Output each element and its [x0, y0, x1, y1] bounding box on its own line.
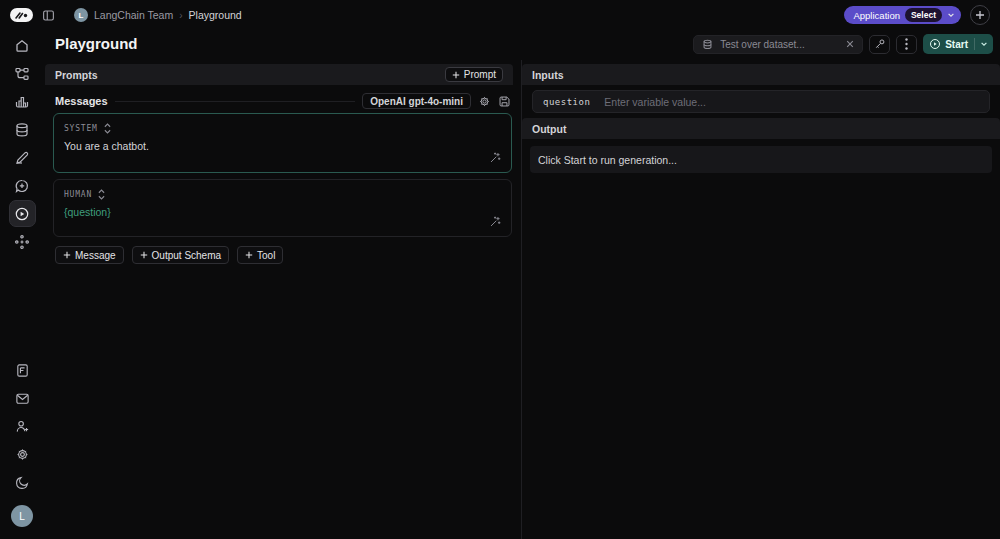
inputs-body: question Enter variable value... — [522, 85, 1000, 118]
breadcrumb-page[interactable]: Playground — [189, 9, 242, 21]
sidebar-item-settings[interactable] — [9, 441, 36, 468]
sidebar-item-annotate[interactable] — [9, 144, 36, 171]
system-message-text[interactable]: You are a chatbot. — [64, 140, 501, 152]
breadcrumb-separator: › — [179, 10, 182, 21]
output-header: Output — [522, 118, 1000, 139]
sidebar-toggle-icon[interactable] — [42, 9, 55, 22]
start-label: Start — [945, 39, 968, 50]
variable-input[interactable]: question Enter variable value... — [532, 90, 990, 113]
prompts-panel: Prompts Prompt Messages OpenAI gpt-4o-mi… — [45, 64, 513, 264]
langsmith-logo-icon[interactable] — [10, 8, 33, 22]
more-options-button[interactable] — [896, 35, 917, 54]
sidebar-item-invite-user[interactable] — [9, 413, 36, 440]
application-label: Application — [853, 10, 899, 21]
inputs-header: Inputs — [522, 64, 1000, 85]
sidebar-rail: L — [0, 30, 44, 539]
application-select-button[interactable]: Application Select — [844, 6, 961, 24]
sidebar-item-chat[interactable] — [9, 172, 36, 199]
sidebar-item-docs[interactable] — [9, 357, 36, 384]
output-placeholder: Click Start to run generation... — [538, 154, 677, 166]
test-over-dataset-input[interactable]: Test over dataset... — [693, 35, 863, 54]
messages-title: Messages — [55, 95, 108, 107]
variable-placeholder: Enter variable value... — [604, 96, 706, 108]
prompts-header: Prompts Prompt — [45, 64, 513, 85]
add-tool-button[interactable]: Tool — [237, 246, 283, 264]
sidebar-item-workflow[interactable] — [9, 60, 36, 87]
model-selector[interactable]: OpenAI gpt-4o-mini — [362, 93, 471, 109]
start-dropdown-chevron[interactable] — [975, 34, 993, 54]
user-avatar[interactable]: L — [11, 505, 33, 527]
variable-name: question — [543, 97, 590, 107]
topbar: L LangChain Team › Playground Applicatio… — [0, 0, 1000, 30]
role-selector-human[interactable]: HUMAN — [64, 190, 92, 199]
start-button[interactable]: Start — [923, 34, 993, 54]
breadcrumb-team[interactable]: LangChain Team — [94, 9, 173, 21]
sidebar-item-datasets[interactable] — [9, 116, 36, 143]
breadcrumb: L LangChain Team › Playground — [74, 8, 242, 22]
dark-mode-toggle-icon[interactable] — [9, 469, 36, 496]
clear-icon[interactable] — [846, 40, 854, 48]
page-title: Playground — [55, 35, 138, 52]
role-selector-system[interactable]: SYSTEM — [64, 124, 98, 133]
dataset-placeholder: Test over dataset... — [720, 39, 839, 50]
chevron-down-icon — [947, 11, 955, 19]
sidebar-item-playground[interactable] — [9, 200, 36, 227]
messages-header: Messages OpenAI gpt-4o-mini — [45, 91, 513, 111]
run-panel: Inputs question Enter variable value... … — [522, 64, 1000, 173]
save-icon[interactable] — [498, 95, 511, 108]
sidebar-item-monitoring[interactable] — [9, 88, 36, 115]
header-toolbar: Test over dataset... Start — [693, 34, 993, 54]
add-prompt-button[interactable]: Prompt — [445, 67, 503, 82]
add-message-button[interactable]: Message — [55, 246, 124, 264]
play-icon — [929, 38, 941, 50]
improve-prompt-wand-icon[interactable] — [489, 215, 502, 228]
sidebar-item-mail[interactable] — [9, 385, 36, 412]
team-avatar[interactable]: L — [74, 8, 88, 22]
output-title: Output — [532, 123, 566, 135]
sidebar-item-home[interactable] — [9, 32, 36, 59]
add-output-schema-button[interactable]: Output Schema — [132, 246, 229, 264]
inputs-title: Inputs — [532, 69, 564, 81]
role-updown-icon[interactable] — [104, 123, 111, 134]
message-actions: Message Output Schema Tool — [55, 246, 513, 264]
add-workspace-button[interactable] — [970, 5, 990, 25]
database-icon — [702, 39, 713, 50]
model-settings-icon[interactable] — [478, 95, 491, 108]
api-key-button[interactable] — [869, 35, 890, 54]
message-system[interactable]: SYSTEM You are a chatbot. — [53, 113, 512, 173]
prompts-title: Prompts — [55, 69, 98, 81]
sidebar-item-deployments[interactable] — [9, 228, 36, 255]
output-body: Click Start to run generation... — [530, 146, 992, 173]
improve-prompt-wand-icon[interactable] — [489, 151, 502, 164]
role-updown-icon[interactable] — [98, 189, 105, 200]
human-message-text[interactable]: {question} — [64, 206, 501, 218]
select-pill[interactable]: Select — [905, 8, 942, 22]
message-human[interactable]: HUMAN {question} — [53, 179, 512, 237]
